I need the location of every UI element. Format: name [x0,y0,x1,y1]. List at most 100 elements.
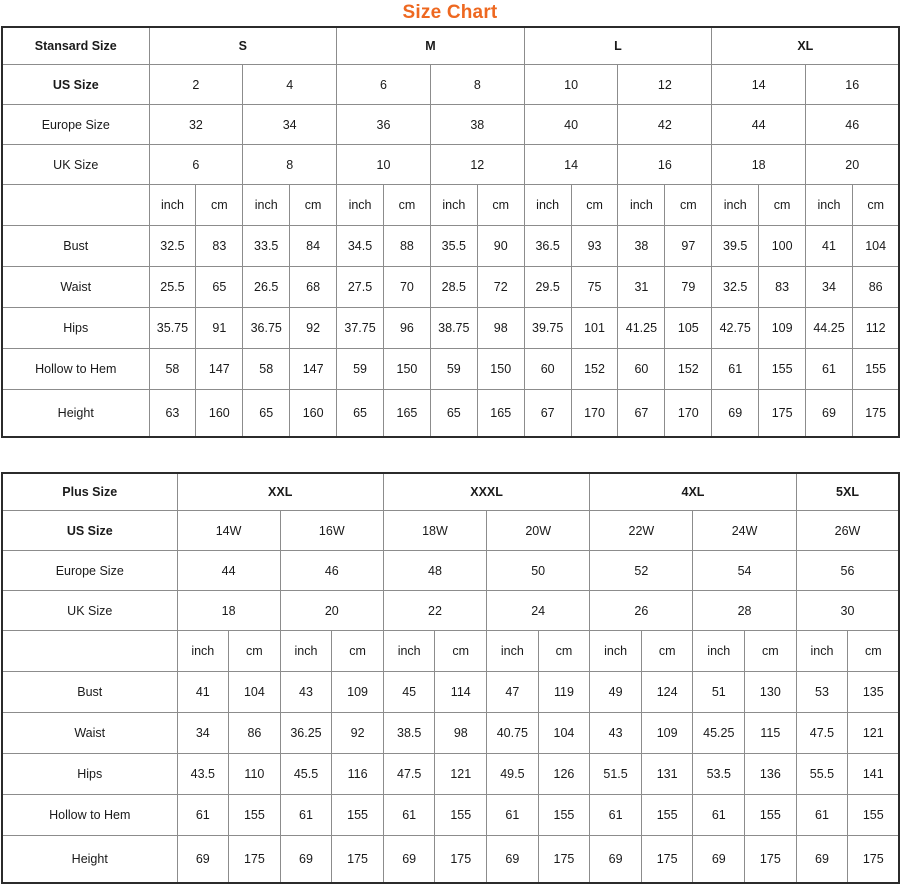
europe-size-value: 56 [795,550,900,591]
us-size-value: 2 [148,64,244,105]
measurement-cell: 41 [805,225,853,267]
measurement-cell: 28.5 [429,266,478,308]
europe-size-value: 44 [176,550,281,591]
measurement-cell: 155 [434,794,488,836]
corner-label-plus: Plus Size [1,472,178,511]
uk-size-value: 14 [523,144,619,185]
measurement-cell: 98 [434,712,488,754]
measurement-cell: 40.75 [486,712,539,754]
measurement-cell: 69 [589,835,642,884]
measurement-cell: 101 [570,307,619,349]
table-row-uk-size: UK Size 6 8 10 12 14 16 18 20 [1,144,900,185]
unit-cell: inch [523,184,572,226]
uk-size-value: 6 [148,144,244,185]
unit-cell: inch [429,184,478,226]
us-size-value: 20W [486,510,591,551]
measurement-cell: 90 [476,225,525,267]
measurement-cell: 170 [664,389,713,438]
row-label-waist: Waist [1,266,150,308]
table-row-height: Height 63 160 65 160 65 165 65 165 67 17… [1,389,900,438]
measurement-cell: 124 [640,671,694,713]
measurement-cell: 25.5 [148,266,197,308]
measurement-cell: 41.25 [617,307,666,349]
measurement-cell: 69 [279,835,333,884]
table-row-units: inch cm inch cm inch cm inch cm inch cm … [1,630,900,672]
measurement-cell: 43.5 [176,753,230,795]
europe-size-value: 34 [242,104,338,145]
table-row-units: inch cm inch cm inch cm inch cm inch cm … [1,184,900,226]
measurement-cell: 152 [570,348,619,390]
unit-cell: inch [486,630,539,672]
page-title: Size Chart [402,2,498,23]
measurement-cell: 165 [476,389,525,438]
measurement-cell: 93 [570,225,619,267]
measurement-cell: 109 [640,712,694,754]
unit-cell: inch [692,630,746,672]
table-row-group-header: Stansard Size S M L XL [1,26,900,65]
row-label-height: Height [1,389,150,438]
table-row-hips: Hips 35.75 91 36.75 92 37.75 96 38.75 98… [1,307,900,349]
table-row-us-size: US Size 14W 16W 18W 20W 22W 24W 26W [1,510,900,551]
measurement-cell: 155 [758,348,807,390]
row-label-hips: Hips [1,307,150,349]
measurement-cell: 155 [847,794,900,836]
measurement-cell: 152 [664,348,713,390]
measurement-cell: 67 [523,389,572,438]
measurement-cell: 141 [847,753,900,795]
unit-cell: cm [640,630,694,672]
measurement-cell: 65 [242,389,291,438]
measurement-cell: 34 [805,266,853,308]
unit-row-label [1,630,178,672]
measurement-cell: 170 [570,389,619,438]
table-row-uk-size: UK Size 18 20 22 24 26 28 30 [1,590,900,631]
measurement-cell: 175 [228,835,281,884]
table-row-europe-size: Europe Size 32 34 36 38 40 42 44 46 [1,104,900,145]
measurement-cell: 97 [664,225,713,267]
plus-size-table: Plus Size XXL XXXL 4XL 5XL US Size 14W 1… [1,472,900,884]
measurement-cell: 32.5 [711,266,760,308]
measurement-cell: 69 [176,835,230,884]
measurement-cell: 115 [744,712,797,754]
measurement-cell: 29.5 [523,266,572,308]
measurement-cell: 175 [851,389,900,438]
measurement-cell: 72 [476,266,525,308]
measurement-cell: 60 [617,348,666,390]
group-header-m: M [336,26,525,65]
measurement-cell: 51.5 [589,753,642,795]
us-size-value: 8 [429,64,525,105]
table-row-hollow-to-hem: Hollow to Hem 58 147 58 147 59 150 59 15… [1,348,900,390]
measurement-cell: 31 [617,266,666,308]
unit-cell: cm [434,630,488,672]
measurement-cell: 126 [537,753,591,795]
unit-cell: inch [795,630,849,672]
unit-cell: inch [805,184,853,226]
uk-size-value: 8 [242,144,338,185]
measurement-cell: 35.5 [429,225,478,267]
measurement-cell: 61 [486,794,539,836]
measurement-cell: 155 [744,794,797,836]
measurement-cell: 104 [537,712,591,754]
uk-size-value: 22 [382,590,488,631]
europe-size-value: 42 [617,104,713,145]
unit-cell: inch [617,184,666,226]
europe-size-value: 46 [805,104,900,145]
measurement-cell: 55.5 [795,753,849,795]
row-label-waist: Waist [1,712,178,754]
table-row-bust: Bust 41 104 43 109 45 114 47 119 49 124 … [1,671,900,713]
us-size-value: 14 [711,64,807,105]
uk-size-value: 20 [279,590,384,631]
measurement-cell: 86 [228,712,281,754]
unit-cell: inch [176,630,230,672]
measurement-cell: 59 [336,348,384,390]
row-label-us-size: US Size [1,64,150,105]
measurement-cell: 88 [382,225,431,267]
measurement-cell: 42.75 [711,307,760,349]
row-label-bust: Bust [1,225,150,267]
unit-cell: cm [382,184,431,226]
group-header-5xl: 5XL [795,472,900,511]
measurement-cell: 45.5 [279,753,333,795]
measurement-cell: 43 [589,712,642,754]
measurement-cell: 109 [331,671,384,713]
unit-cell: cm [537,630,591,672]
measurement-cell: 175 [331,835,384,884]
